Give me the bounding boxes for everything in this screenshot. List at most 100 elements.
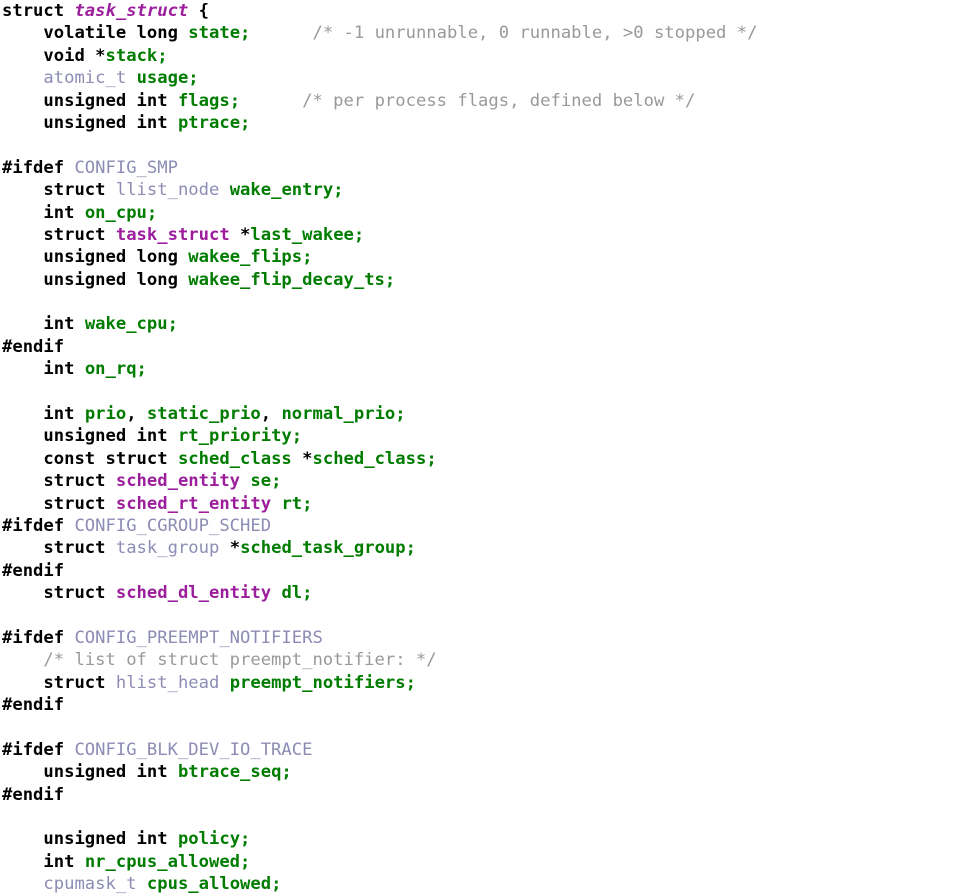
code-token-pp: #ifdef <box>2 157 65 178</box>
code-line: unsigned int btrace_seq; <box>2 761 953 783</box>
code-line: struct task_group *sched_task_group; <box>2 537 953 559</box>
code-token-typei: task_struct <box>74 1 189 21</box>
code-line: struct llist_node wake_entry; <box>2 179 953 201</box>
code-token-id: sched_task_group; <box>240 538 416 559</box>
code-token-kw: unsigned int <box>43 426 168 447</box>
code-line: #ifdef CONFIG_SMP <box>2 157 953 179</box>
code-token-kw: unsigned int <box>43 762 168 783</box>
code-token-kw: struct <box>43 471 106 492</box>
code-token-pp: #endif <box>2 336 65 357</box>
code-token-pp: #endif <box>2 560 65 581</box>
code-line: #endif <box>2 560 953 582</box>
code-listing: struct task_struct { volatile long state… <box>0 0 953 896</box>
code-token-id: policy; <box>177 829 251 850</box>
code-token-kw: unsigned int <box>43 112 168 133</box>
code-line: atomic_t usage; <box>2 67 953 89</box>
code-token-id: preempt_notifiers; <box>229 672 416 693</box>
code-line: #ifdef CONFIG_CGROUP_SCHED <box>2 515 953 537</box>
code-line: unsigned long wakee_flip_decay_ts; <box>2 269 953 291</box>
code-token-kw: int <box>43 202 75 223</box>
code-token-pp: #endif <box>2 695 65 716</box>
code-token-id: cpus_allowed; <box>146 874 282 895</box>
code-token-pl: { <box>188 1 209 21</box>
code-token-op: * <box>95 45 106 66</box>
code-token-kw: unsigned long <box>43 269 178 290</box>
code-token-kw: struct <box>43 672 106 693</box>
code-token-kw: const struct <box>43 448 168 469</box>
code-line: struct hlist_head preempt_notifiers; <box>2 672 953 694</box>
code-token-pl: , <box>126 404 147 425</box>
code-token-macro: CONFIG_PREEMPT_NOTIFIERS <box>74 627 323 648</box>
code-token-utype: hlist_head <box>115 672 220 693</box>
code-token-cm: /* -1 unrunnable, 0 runnable, >0 stopped… <box>312 23 758 44</box>
code-token-type: sched_dl_entity <box>115 583 272 604</box>
code-line: cpumask_t cpus_allowed; <box>2 873 953 895</box>
code-token-cm: /* per process flags, defined below */ <box>302 90 696 111</box>
code-line: struct sched_dl_entity dl; <box>2 582 953 604</box>
code-token-id: wakee_flips; <box>188 247 313 268</box>
code-line: volatile long state; /* -1 unrunnable, 0… <box>2 22 953 44</box>
code-token-id: prio <box>84 404 127 425</box>
code-token-kw: struct <box>43 180 106 201</box>
code-token-kw: struct <box>43 538 106 559</box>
code-token-id: sched_class; <box>312 448 437 469</box>
code-token-type: task_struct <box>115 224 230 245</box>
code-line: unsigned int flags; /* per process flags… <box>2 90 953 112</box>
code-token-id: btrace_seq; <box>177 762 292 783</box>
code-line: int on_rq; <box>2 358 953 380</box>
code-line: int prio, static_prio, normal_prio; <box>2 403 953 425</box>
code-token-id: sched_class <box>177 448 292 469</box>
code-token-macro: CONFIG_CGROUP_SCHED <box>74 515 272 536</box>
code-line: unsigned int ptrace; <box>2 112 953 134</box>
code-token-kw: int <box>43 359 75 380</box>
code-token-pp: #ifdef <box>2 627 65 648</box>
code-token-pl: , <box>260 404 282 425</box>
code-token-op: * <box>229 538 241 559</box>
code-token-id: rt; <box>281 493 313 514</box>
code-token-type: sched_rt_entity <box>115 493 272 514</box>
